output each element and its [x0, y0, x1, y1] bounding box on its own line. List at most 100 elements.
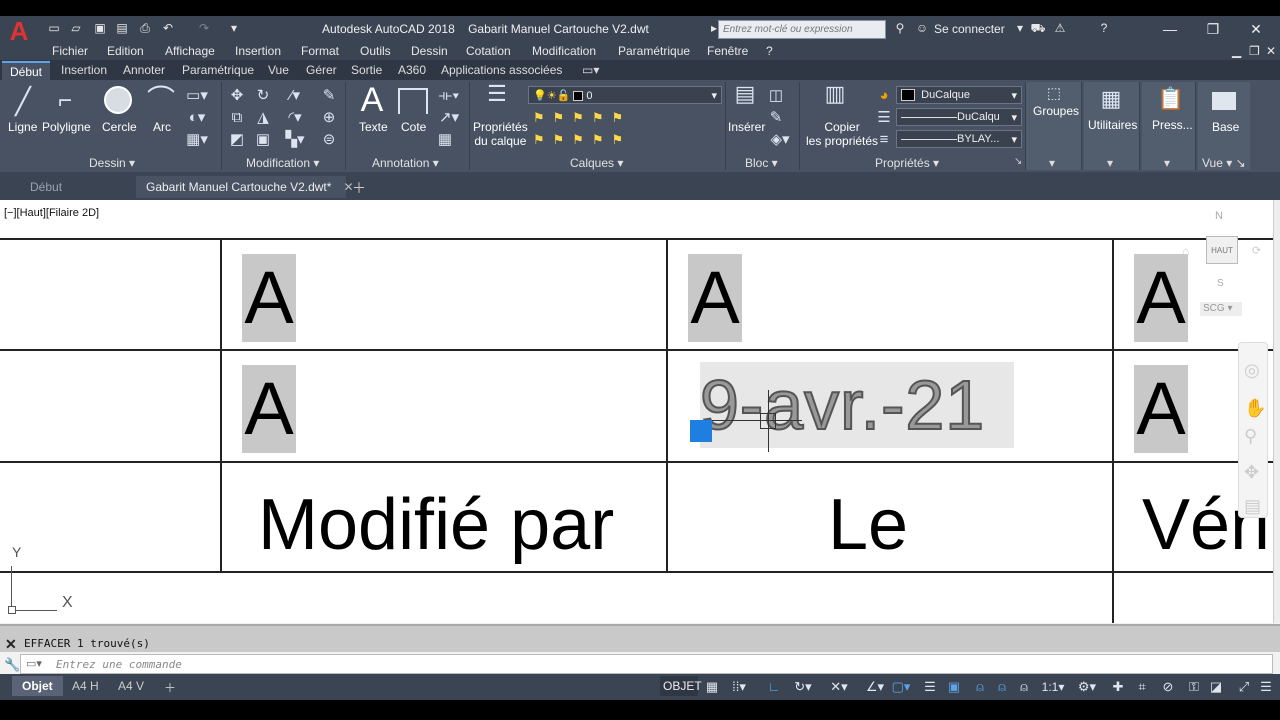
clean-screen-icon[interactable]: ⤢	[1236, 680, 1252, 694]
rectangle-icon[interactable]: ▭▾	[186, 88, 208, 104]
save-icon[interactable]: ▣	[92, 20, 108, 36]
tab-applications[interactable]: Applications associées	[441, 63, 562, 77]
tab-gerer[interactable]: Gérer	[306, 63, 337, 77]
a360-icon[interactable]: ⚠	[1052, 20, 1068, 36]
annotation-autoscale-icon[interactable]: ⍝	[994, 680, 1010, 694]
add-layout-button[interactable]: ＋	[154, 676, 186, 696]
ucs-menu[interactable]: SCG ▾	[1200, 302, 1242, 316]
viewport-controls[interactable]: [−][Haut][Filaire 2D]	[4, 207, 99, 219]
polyline-icon[interactable]: ⌐	[50, 86, 80, 116]
grid-icon[interactable]: ▦	[704, 680, 720, 694]
hatch-icon[interactable]: ◐▾	[186, 110, 208, 126]
isodraft-icon[interactable]: ✕▾	[824, 680, 854, 694]
attribute-text[interactable]: A	[242, 365, 296, 453]
erase-icon[interactable]: ✎	[320, 88, 338, 104]
linetype-icon[interactable]: ☰	[876, 110, 892, 126]
region-icon[interactable]: ▦▾	[186, 132, 208, 148]
lineweight-icon[interactable]: ≡	[876, 132, 892, 148]
lineweight-display-icon[interactable]: ☰	[922, 680, 938, 694]
text-button[interactable]: Texte	[359, 120, 388, 134]
workspace-gear-icon[interactable]: ⚙▾	[1072, 680, 1102, 694]
rotate-icon[interactable]: ↻	[254, 88, 272, 104]
match-properties-icon[interactable]: ▥	[820, 83, 850, 114]
new-icon[interactable]: ▭	[46, 20, 62, 36]
line-icon[interactable]: ╱	[10, 86, 36, 116]
circle-icon[interactable]	[104, 86, 132, 114]
tab-debut[interactable]: Début	[2, 61, 50, 80]
arc-icon[interactable]: ⌒	[146, 84, 176, 116]
selected-date-text[interactable]: 9-avr.-21	[699, 362, 1014, 448]
customization-icon[interactable]: ☰	[1258, 680, 1274, 694]
snap-icon[interactable]: ⁞⁞▾	[726, 680, 752, 694]
panel-modification-label[interactable]: Modification ▾	[246, 156, 319, 170]
layer-properties-icon[interactable]: ☰	[482, 83, 512, 114]
mirror-icon[interactable]: ◮	[254, 110, 272, 126]
redo-icon[interactable]: ↷	[196, 20, 212, 36]
command-input[interactable]	[20, 654, 1273, 674]
polyline-button[interactable]: Polyligne	[42, 120, 91, 134]
menu-dessin[interactable]: Dessin	[411, 44, 448, 58]
osnap-icon[interactable]: ▢▾	[886, 680, 916, 694]
line-button[interactable]: Ligne	[8, 120, 37, 134]
tab-a360[interactable]: A360	[398, 63, 426, 77]
attribute-text[interactable]: A	[1134, 254, 1188, 342]
color-dropdown[interactable]: DuCalque ▾	[896, 86, 1022, 104]
layout-tab-objet[interactable]: Objet	[12, 676, 63, 696]
cart-icon[interactable]: ⛟	[1030, 20, 1046, 36]
layout-tab-a4v[interactable]: A4 V	[108, 676, 154, 696]
layer-properties-button[interactable]: Propriétés du calque	[473, 120, 528, 148]
zoom-icon[interactable]: ⚲	[1244, 426, 1257, 447]
transparency-icon[interactable]: ▣	[946, 680, 962, 694]
menu-format[interactable]: Format	[301, 44, 339, 58]
menu-insertion[interactable]: Insertion	[235, 44, 281, 58]
units-icon[interactable]: ⌗	[1134, 680, 1150, 694]
maximize-button[interactable]: ❐	[1193, 18, 1233, 40]
linear-dim-icon[interactable]: ⟛▾	[436, 88, 462, 104]
insert-block-icon[interactable]: ▤	[730, 83, 760, 114]
panel-dessin-label[interactable]: Dessin ▾	[89, 156, 135, 170]
match-properties-button[interactable]: Copier les propriétés	[806, 120, 878, 148]
arc-button[interactable]: Arc	[153, 120, 171, 134]
model-space-button[interactable]: OBJET	[660, 676, 702, 696]
dimension-icon[interactable]	[398, 88, 428, 114]
panel-calques-label[interactable]: Calques ▾	[570, 156, 623, 170]
menu-edition[interactable]: Edition	[107, 44, 144, 58]
binoculars-icon[interactable]: ⚲	[892, 20, 908, 36]
dimension-button[interactable]: Cote	[401, 120, 426, 134]
insert-button[interactable]: Insérer	[728, 120, 765, 134]
properties-launcher-icon[interactable]: ↘	[1014, 156, 1022, 167]
polar-icon[interactable]: ↻▾	[788, 680, 818, 694]
tab-start[interactable]: Début	[14, 176, 134, 196]
offset-icon[interactable]: ⊜	[320, 132, 338, 148]
lock-ui-icon[interactable]: ⚿	[1186, 680, 1202, 694]
layer-dropdown[interactable]: 💡☀🔓 0 ▾	[528, 86, 722, 104]
label-modifie-par[interactable]: Modifié par	[258, 489, 614, 561]
viewcube-home-icon[interactable]: ⌂	[1182, 244, 1189, 258]
steering-wheel-icon[interactable]: ◎	[1244, 360, 1260, 381]
layer-tools-row1-icon[interactable]: ⚑⚑⚑⚑⚑	[532, 110, 632, 126]
doc-minimize-icon[interactable]: ▁	[1232, 44, 1241, 58]
explode-icon[interactable]: ⊕	[320, 110, 338, 126]
panel-annotation-label[interactable]: Annotation ▾	[372, 156, 439, 170]
viewcube-south[interactable]: S	[1217, 278, 1224, 289]
block-attr-icon[interactable]: ◈▾	[768, 132, 792, 148]
annotation-visibility-icon[interactable]: ⍝	[972, 680, 988, 694]
new-tab-button[interactable]: ＋	[352, 178, 366, 198]
menu-help[interactable]: ?	[766, 44, 773, 58]
attribute-text[interactable]: A	[688, 254, 742, 342]
sign-in-link[interactable]: Se connecter	[934, 22, 1005, 36]
qat-dropdown-icon[interactable]: ▾	[226, 20, 242, 36]
close-button[interactable]: ✕	[1236, 18, 1276, 40]
menu-fenetre[interactable]: Fenêtre	[707, 44, 748, 58]
menu-cotation[interactable]: Cotation	[466, 44, 511, 58]
scale-icon[interactable]: ▣	[254, 132, 272, 148]
menu-parametrique[interactable]: Paramétrique	[618, 44, 690, 58]
menu-outils[interactable]: Outils	[360, 44, 391, 58]
viewcube[interactable]: HAUT	[1206, 236, 1238, 264]
layer-tools-row2-icon[interactable]: ⚑⚑⚑⚑⚑	[532, 132, 632, 148]
fillet-icon[interactable]: ◜▾	[280, 110, 310, 126]
array-icon[interactable]: ▚▾	[280, 132, 310, 148]
tab-sortie[interactable]: Sortie	[351, 63, 382, 77]
linetype-dropdown[interactable]: DuCalqu ▾	[896, 108, 1022, 126]
attribute-text[interactable]: A	[242, 254, 296, 342]
